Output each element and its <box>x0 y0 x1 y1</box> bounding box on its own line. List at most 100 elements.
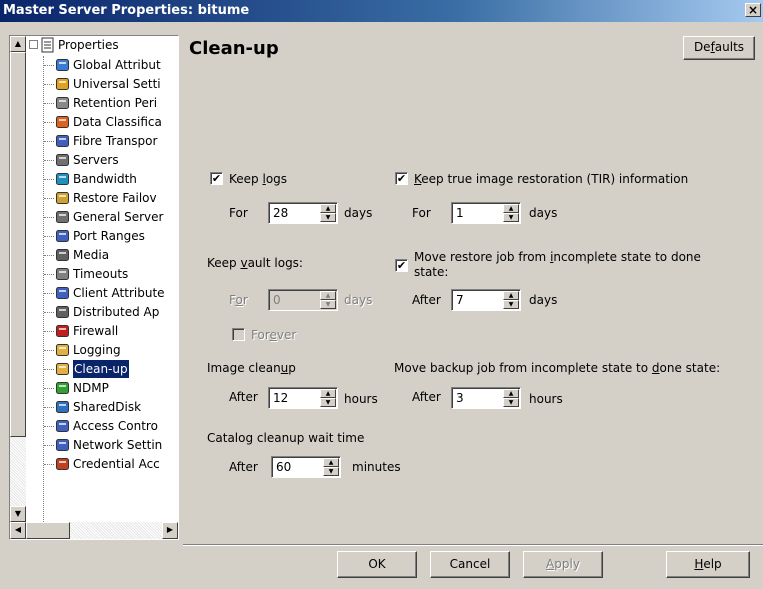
forever-checkbox[interactable] <box>232 328 245 341</box>
tree-vertical-scrollbar[interactable]: ▲ ▼ <box>10 36 26 522</box>
vault-for-label: For <box>229 293 248 307</box>
window-title: Master Server Properties: bitume <box>3 3 250 18</box>
scroll-down-button[interactable]: ▼ <box>10 506 26 522</box>
close-button[interactable]: × <box>745 3 761 17</box>
tree-connector <box>44 160 54 161</box>
tree-connector <box>44 388 54 389</box>
tree-item-label: Port Ranges <box>73 229 145 243</box>
label-key: o <box>235 293 243 307</box>
scroll-left-button[interactable]: ◀ <box>10 522 26 539</box>
ok-button[interactable]: OK <box>337 551 417 578</box>
move-restore-value[interactable]: 7 <box>456 293 464 307</box>
keep-tir-checkbox[interactable]: ✔ <box>395 172 408 185</box>
help-button[interactable]: Help <box>666 551 750 578</box>
move-backup-value[interactable]: 3 <box>456 391 464 405</box>
tree-item-label: Global Attribut <box>73 58 161 72</box>
spin-down-button[interactable]: ▼ <box>503 213 519 222</box>
page-title: Clean-up <box>189 38 279 59</box>
image-cleanup-spinner[interactable]: 12 ▲ ▼ <box>268 387 338 409</box>
move-restore-label-line1: Move restore job from incomplete state t… <box>414 250 701 264</box>
move-backup-unit: hours <box>529 392 563 406</box>
spin-up-button[interactable]: ▲ <box>503 389 519 398</box>
keep-logs-spinner[interactable]: 28 ▲ ▼ <box>268 202 338 224</box>
properties-tree[interactable]: ▲ ▼ Properties Global Attribut Universal … <box>9 35 179 540</box>
access-control-icon <box>55 418 71 434</box>
label-part: p <box>288 361 296 375</box>
spin-down-button[interactable]: ▼ <box>320 213 336 222</box>
keep-tir-spinner[interactable]: 1 ▲ ▼ <box>451 202 521 224</box>
collapse-toggle[interactable] <box>29 40 38 49</box>
check-mark-icon: ✔ <box>396 259 407 272</box>
tree-connector <box>44 103 54 104</box>
tree-item-label: Data Classifica <box>73 115 162 129</box>
scroll-thumb[interactable] <box>10 52 26 437</box>
catalog-cleanup-spinner[interactable]: 60 ▲ ▼ <box>271 456 341 478</box>
label-key: d <box>651 361 660 375</box>
label-part: Image clean <box>207 361 281 375</box>
spin-up-button[interactable]: ▲ <box>503 291 519 300</box>
keep-logs-value[interactable]: 28 <box>273 206 288 220</box>
spin-up-button[interactable]: ▲ <box>320 389 336 398</box>
distributed-icon <box>55 304 71 320</box>
spin-down-button[interactable]: ▼ <box>320 398 336 407</box>
tree-connector <box>44 350 54 351</box>
vault-logs-value[interactable]: 0 <box>273 293 281 307</box>
tree-item-label: Bandwidth <box>73 172 137 186</box>
tree-item-label: Retention Peri <box>73 96 158 110</box>
defaults-button[interactable]: Defaults <box>683 36 755 60</box>
keep-tir-for-label: For <box>412 206 431 220</box>
tree-item-label: Client Attribute <box>73 286 165 300</box>
vault-logs-unit: days <box>344 293 373 307</box>
tree-item-label: Logging <box>73 343 121 357</box>
network-icon <box>55 437 71 453</box>
defaults-label-pre: De <box>693 40 711 54</box>
client-icon <box>55 285 71 301</box>
label-part: ault logs: <box>247 256 303 270</box>
spin-down-button[interactable]: ▼ <box>320 300 336 309</box>
tree-connector <box>44 445 54 446</box>
vault-logs-spinner[interactable]: 0 ▲ ▼ <box>268 289 338 311</box>
cancel-label: Cancel <box>449 557 491 571</box>
move-restore-checkbox[interactable]: ✔ <box>395 259 408 272</box>
tree-item-label: Media <box>73 248 110 262</box>
keep-logs-unit: days <box>344 206 373 220</box>
spin-down-button[interactable]: ▼ <box>503 398 519 407</box>
tree-connector <box>44 464 54 465</box>
tree-item-label: Timeouts <box>73 267 129 281</box>
tree-item-label: Access Contro <box>73 419 158 433</box>
help-label-post: elp <box>703 557 722 571</box>
scroll-up-button[interactable]: ▲ <box>10 36 26 52</box>
tree-item-label: Network Settin <box>73 438 163 452</box>
image-cleanup-value[interactable]: 12 <box>273 391 288 405</box>
spin-up-button[interactable]: ▲ <box>320 204 336 213</box>
ok-label: OK <box>368 557 386 571</box>
spin-up-button[interactable]: ▲ <box>320 291 336 300</box>
hscroll-thumb[interactable] <box>26 522 70 539</box>
move-backup-spinner[interactable]: 3 ▲ ▼ <box>451 387 521 409</box>
classification-icon <box>55 114 71 130</box>
spin-down-button[interactable]: ▼ <box>503 300 519 309</box>
tree-horizontal-scrollbar[interactable]: ◀ ▶ <box>10 522 178 539</box>
forever-label: Forever <box>251 328 296 342</box>
catalog-cleanup-value[interactable]: 60 <box>276 460 291 474</box>
spin-up-button[interactable]: ▲ <box>503 204 519 213</box>
cancel-button[interactable]: Cancel <box>430 551 510 578</box>
keep-tir-value[interactable]: 1 <box>456 206 464 220</box>
scroll-right-button[interactable]: ▶ <box>162 522 178 539</box>
server-icon <box>55 152 71 168</box>
timeout-icon <box>55 266 71 282</box>
move-restore-spinner[interactable]: 7 ▲ ▼ <box>451 289 521 311</box>
server-icon <box>55 209 71 225</box>
spin-up-button[interactable]: ▲ <box>323 458 339 467</box>
tree-connector <box>44 65 54 66</box>
tree-connector <box>44 407 54 408</box>
tree-connector <box>44 84 54 85</box>
shared-disk-icon <box>55 399 71 415</box>
tree-item-label: Properties <box>58 38 119 52</box>
globe-icon <box>55 57 71 73</box>
bandwidth-icon <box>55 171 71 187</box>
spin-down-button[interactable]: ▼ <box>323 467 339 476</box>
keep-logs-checkbox[interactable]: ✔ <box>210 172 223 185</box>
apply-button[interactable]: Apply <box>523 551 603 578</box>
tree-connector <box>44 274 54 275</box>
